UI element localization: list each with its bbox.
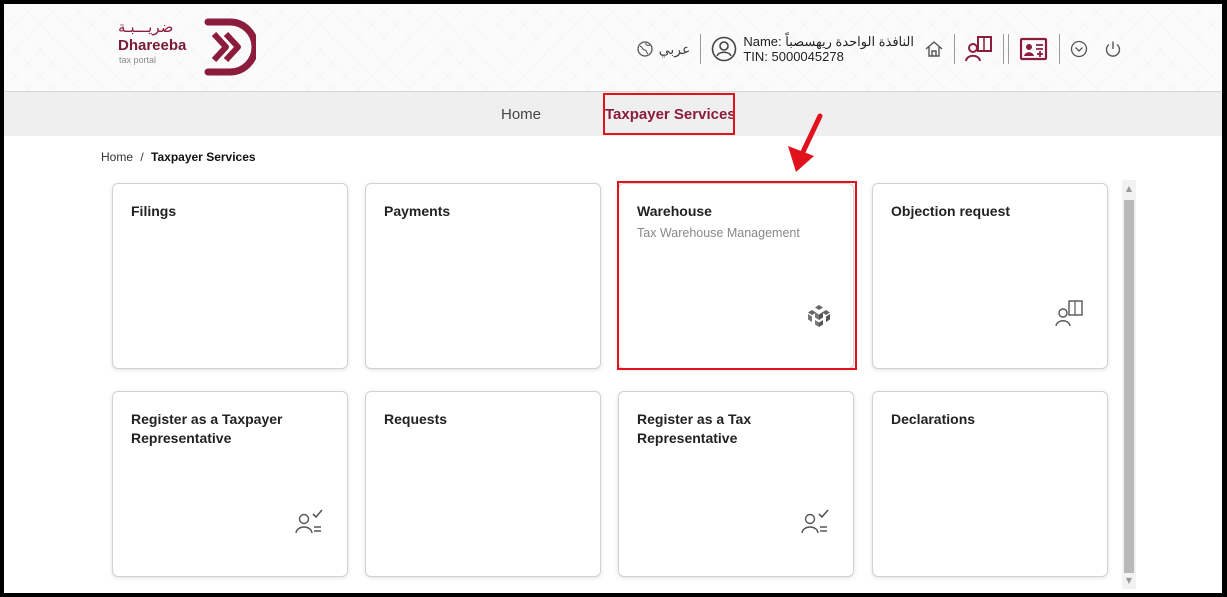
header-toolbar: عربي Name: النافذة الواحدة ريهسصباً TIN:… bbox=[637, 30, 1122, 68]
breadcrumb: Home / Taxpayer Services bbox=[101, 150, 256, 164]
card-title: Filings bbox=[131, 203, 177, 219]
scrollbar-thumb[interactable] bbox=[1124, 200, 1134, 573]
divider bbox=[954, 34, 955, 64]
user-info[interactable]: Name: النافذة الواحدة ريهسصباً TIN: 5000… bbox=[711, 34, 914, 64]
breadcrumb-home[interactable]: Home bbox=[101, 150, 133, 164]
home-icon[interactable] bbox=[924, 39, 944, 59]
globe-icon bbox=[637, 41, 653, 57]
annotation-arrow bbox=[788, 113, 823, 172]
card-payments[interactable]: Payments bbox=[365, 183, 601, 369]
id-card-add-icon[interactable] bbox=[1019, 35, 1049, 63]
dhareeba-mark-icon bbox=[204, 18, 256, 76]
dhareeba-logo[interactable]: ضريـــبـة Dhareeba tax portal bbox=[112, 18, 262, 78]
main-nav: Home Taxpayer Services bbox=[4, 91, 1222, 136]
top-header: ضريـــبـة Dhareeba tax portal عربي Name:… bbox=[4, 4, 1222, 91]
user-circle-icon bbox=[712, 36, 737, 62]
highlight-box-nav bbox=[603, 93, 735, 135]
card-title: Register as a Taxpayer Representative bbox=[131, 411, 283, 446]
divider bbox=[1008, 34, 1009, 64]
nav-home[interactable]: Home bbox=[501, 106, 541, 123]
highlight-box-warehouse bbox=[617, 181, 857, 370]
chevron-down-circle-icon[interactable] bbox=[1070, 40, 1088, 58]
app-window: ضريـــبـة Dhareeba tax portal عربي Name:… bbox=[4, 4, 1222, 593]
user-name: Name: النافذة الواحدة ريهسصباً bbox=[743, 34, 914, 49]
breadcrumb-separator: / bbox=[140, 150, 144, 164]
card-title: Requests bbox=[384, 411, 448, 427]
divider bbox=[1003, 34, 1004, 64]
scroll-up-icon[interactable]: ▲ bbox=[1123, 184, 1135, 193]
card-declarations[interactable]: Declarations bbox=[872, 391, 1108, 577]
language-switch[interactable]: عربي bbox=[637, 40, 691, 58]
divider bbox=[1059, 34, 1060, 64]
card-filings[interactable]: Filings bbox=[112, 183, 348, 369]
card-title: Declarations bbox=[891, 411, 976, 427]
card-register-tax-representative[interactable]: Register as a Tax Representative bbox=[618, 391, 854, 577]
card-title: Register as a Tax Representative bbox=[637, 411, 752, 446]
logo-name-text: Dhareeba bbox=[118, 37, 187, 54]
logo-arabic-text: ضريـــبـة bbox=[118, 18, 174, 36]
language-label: عربي bbox=[658, 40, 691, 57]
card-objection-request[interactable]: Objection request bbox=[872, 183, 1108, 369]
card-title: Payments bbox=[384, 203, 451, 219]
card-register-taxpayer-representative[interactable]: Register as a Taxpayer Representative bbox=[112, 391, 348, 577]
user-check-icon bbox=[801, 509, 829, 534]
card-title: Objection request bbox=[891, 203, 1011, 219]
user-book-icon[interactable] bbox=[965, 35, 993, 63]
divider bbox=[700, 34, 702, 64]
user-check-icon bbox=[295, 509, 323, 534]
breadcrumb-current: Taxpayer Services bbox=[151, 150, 256, 164]
card-requests[interactable]: Requests bbox=[365, 391, 601, 577]
user-tin: TIN: 5000045278 bbox=[743, 49, 844, 64]
scroll-down-icon[interactable]: ▼ bbox=[1123, 576, 1135, 585]
logo-sub-text: tax portal bbox=[119, 55, 157, 65]
user-book-icon bbox=[1055, 300, 1083, 327]
power-icon[interactable] bbox=[1104, 40, 1122, 58]
